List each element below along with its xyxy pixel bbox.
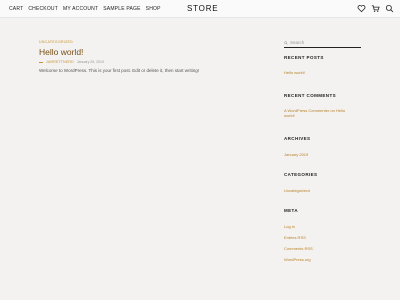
category-link[interactable]: Uncategorized (284, 188, 317, 193)
meta-login-link[interactable]: Log in (284, 224, 313, 229)
meta-wordpress-link[interactable]: WordPress.org (284, 257, 313, 262)
widget-recent-comments: Recent Comments A WordPress Commenter on… (284, 93, 356, 118)
archive-link[interactable]: January 2019 (284, 152, 310, 157)
site-header: Cart Checkout My account Sample Page Sho… (0, 0, 400, 18)
meta-divider (39, 61, 43, 63)
meta-comments-rss-link[interactable]: Comments RSS (284, 246, 313, 251)
header-icons (357, 4, 394, 13)
meta-title: Meta (284, 208, 299, 213)
post-author-link[interactable]: jarrettnerd (46, 60, 74, 64)
post-title-link[interactable]: Hello world! (39, 47, 249, 57)
sidebar: Recent Posts Hello world! Recent Comment… (284, 38, 364, 262)
post-entry: Uncategorized Hello world! jarrettnerd J… (39, 40, 249, 78)
post-excerpt: Welcome to WordPress. This is your first… (39, 68, 200, 73)
widget-categories: Categories Uncategorized (284, 172, 317, 193)
post-meta: jarrettnerd January 29, 2019 (39, 60, 249, 64)
widget-recent-posts: Recent Posts Hello world! (284, 55, 324, 75)
nav-cart[interactable]: Cart (9, 6, 23, 12)
post-category-link[interactable]: Uncategorized (39, 40, 249, 44)
nav-shop[interactable]: Shop (146, 6, 161, 12)
recent-post-link[interactable]: Hello world! (284, 70, 324, 75)
cart-icon[interactable] (371, 4, 380, 13)
main-nav: Cart Checkout My account Sample Page Sho… (9, 6, 161, 12)
site-logo[interactable]: STORE (187, 4, 218, 13)
nav-checkout[interactable]: Checkout (28, 6, 58, 12)
widget-archives: Archives January 2019 (284, 136, 310, 157)
post-date[interactable]: January 29, 2019 (77, 60, 104, 64)
nav-my-account[interactable]: My account (63, 6, 98, 12)
search-field-icon (284, 40, 288, 45)
recent-posts-title: Recent Posts (284, 55, 324, 60)
categories-title: Categories (284, 172, 318, 177)
widget-meta: Meta Log in Entries RSS Comments RSS Wor… (284, 208, 313, 262)
recent-comments-title: Recent Comments (284, 93, 336, 98)
nav-sample-page[interactable]: Sample Page (103, 6, 140, 12)
heart-icon[interactable] (357, 4, 366, 13)
search-icon[interactable] (385, 4, 394, 13)
archives-title: Archives (284, 136, 311, 141)
search-input[interactable] (290, 39, 360, 46)
sidebar-search (284, 38, 361, 48)
meta-entries-rss-link[interactable]: Entries RSS (284, 235, 313, 240)
recent-comment-link[interactable]: A WordPress Commenter on Hello world! (284, 108, 356, 118)
